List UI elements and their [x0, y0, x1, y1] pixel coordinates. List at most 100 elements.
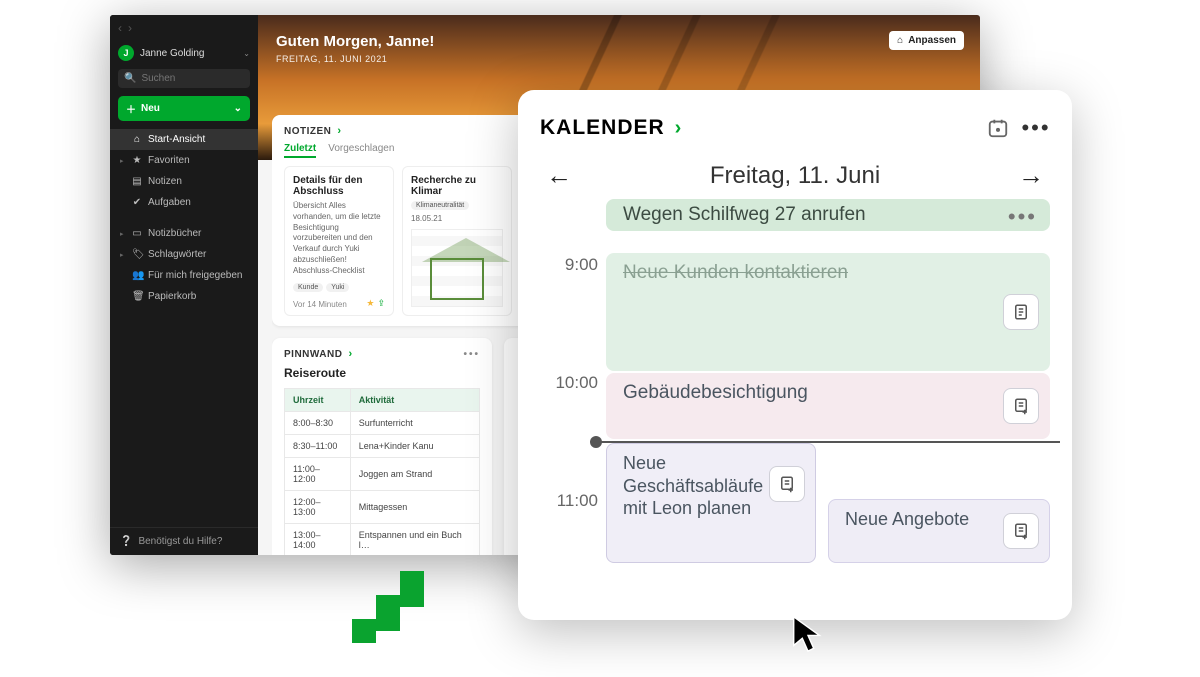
- note-thumbnail: [411, 229, 503, 307]
- tab-recent[interactable]: Zuletzt: [284, 143, 316, 158]
- pinboard-widget: PINNWAND › ••• Reiseroute Uhrzeit Aktivi…: [272, 338, 492, 555]
- back-icon[interactable]: ‹: [118, 21, 122, 35]
- nav-label: Für mich freigegeben: [148, 270, 243, 281]
- home-icon: ⌂: [897, 35, 903, 46]
- share-icon: ⇪: [377, 298, 385, 309]
- nav-primary: ⌂ Start-Ansicht ▸ ★ Favoriten ▤ Notizen ✔…: [110, 129, 258, 307]
- search-field[interactable]: [141, 73, 244, 84]
- col-time: Uhrzeit: [285, 389, 351, 412]
- nav-tasks[interactable]: ✔ Aufgaben: [110, 192, 258, 213]
- note-tags: Kunde Yuki: [293, 283, 385, 292]
- star-icon: ★: [132, 155, 142, 166]
- note-meta: Vor 14 Minuten: [293, 300, 347, 309]
- table-row: 8:00–8:30Surfunterricht: [285, 412, 480, 435]
- create-note-button[interactable]: [1003, 513, 1039, 549]
- open-note-button[interactable]: [1003, 294, 1039, 330]
- event-title: Neue Geschäftsabläufe mit Leon planen: [623, 452, 753, 520]
- note-body: Übersicht Alles vorhanden, um die letzte…: [293, 201, 385, 277]
- note-title: Recherche zu Klimar: [411, 175, 503, 197]
- nav-label: Schlagwörter: [148, 249, 206, 260]
- hour-label: 11:00: [544, 491, 598, 511]
- table-row: 13:00–14:00Entspannen und ein Buch l…: [285, 524, 480, 556]
- more-icon[interactable]: •••: [1008, 206, 1037, 228]
- tag[interactable]: Kunde: [293, 283, 323, 292]
- event-title: Gebäudebesichtigung: [623, 382, 808, 404]
- search-input[interactable]: 🔍: [118, 69, 250, 88]
- help-label: Benötigst du Hilfe?: [138, 536, 222, 547]
- people-icon: 👥: [132, 270, 142, 281]
- hour-label: 10:00: [544, 373, 598, 393]
- notebook-icon: ▭: [132, 228, 142, 239]
- next-day-button[interactable]: →: [1012, 160, 1050, 191]
- itinerary-table: Uhrzeit Aktivität 8:00–8:30Surfunterrich…: [284, 388, 480, 555]
- cursor-icon: [790, 614, 826, 659]
- hero-date: FREITAG, 11. JUNI 2021: [276, 54, 962, 64]
- event-building-visit[interactable]: Gebäudebesichtigung: [606, 373, 1050, 439]
- event-allday[interactable]: Wegen Schilfweg 27 anrufen •••: [606, 199, 1050, 231]
- nav-shared[interactable]: 👥 Für mich freigegeben: [110, 265, 258, 286]
- window-nav: ‹ ›: [110, 15, 258, 41]
- account-switcher[interactable]: J Janne Golding ⌄: [110, 41, 258, 69]
- chevron-right-icon[interactable]: ›: [337, 125, 341, 137]
- check-icon: ✔: [132, 197, 142, 208]
- nav-tags[interactable]: ▸ 🏷 Schlagwörter: [110, 244, 258, 265]
- nav-label: Notizbücher: [148, 228, 201, 239]
- calendar-picker-icon[interactable]: [984, 114, 1012, 142]
- sidebar: ‹ › J Janne Golding ⌄ 🔍 ＋ Neu ⌄ ⌂ Start-…: [110, 15, 258, 555]
- nav-label: Notizen: [148, 176, 182, 187]
- star-icon: ★: [366, 298, 374, 309]
- nav-label: Start-Ansicht: [148, 134, 205, 145]
- nav-notes[interactable]: ▤ Notizen: [110, 171, 258, 192]
- greeting: Guten Morgen, Janne!: [276, 33, 962, 50]
- nav-label: Favoriten: [148, 155, 190, 166]
- note-card[interactable]: Details für den Abschluss Übersicht Alle…: [284, 166, 394, 316]
- search-icon: 🔍: [124, 73, 136, 84]
- tag[interactable]: Yuki: [326, 283, 349, 292]
- prev-day-button[interactable]: ←: [540, 160, 578, 191]
- new-button-label: Neu: [141, 103, 160, 114]
- table-row: 8:30–11:00Lena+Kinder Kanu: [285, 435, 480, 458]
- new-button[interactable]: ＋ Neu ⌄: [118, 96, 250, 121]
- nav-notebooks[interactable]: ▸ ▭ Notizbücher: [110, 223, 258, 244]
- col-activity: Aktivität: [350, 389, 479, 412]
- chevron-right-icon[interactable]: ›: [348, 348, 352, 360]
- plus-icon: ＋: [126, 101, 136, 116]
- nav-trash[interactable]: 🗑 Papierkorb: [110, 286, 258, 307]
- expand-icon[interactable]: ▸: [120, 251, 126, 259]
- create-note-button[interactable]: [769, 466, 805, 502]
- hour-label: 9:00: [544, 255, 598, 275]
- event-new-offers[interactable]: Neue Angebote: [828, 499, 1050, 563]
- forward-icon[interactable]: ›: [128, 21, 132, 35]
- calendar-day-label: Freitag, 11. Juni: [710, 162, 880, 190]
- create-note-button[interactable]: [1003, 388, 1039, 424]
- calendar-title: KALENDER: [540, 116, 665, 140]
- customize-label: Anpassen: [908, 35, 956, 46]
- event-plan-with-leon[interactable]: Neue Geschäftsabläufe mit Leon planen: [606, 443, 816, 563]
- nav-label: Papierkorb: [148, 291, 196, 302]
- event-contact-customers[interactable]: Neue Kunden kontaktieren: [606, 253, 1050, 371]
- nav-favorites[interactable]: ▸ ★ Favoriten: [110, 150, 258, 171]
- table-row: 12:00–13:00Mittagessen: [285, 491, 480, 524]
- pinned-note-title[interactable]: Reiseroute: [284, 366, 480, 380]
- tag-icon: 🏷: [132, 249, 142, 260]
- note-card[interactable]: Recherche zu Klimar Klimaneutralität 18.…: [402, 166, 512, 316]
- chevron-right-icon[interactable]: ›: [675, 117, 682, 140]
- chevron-down-icon: ⌄: [243, 49, 250, 58]
- customize-button[interactable]: ⌂ Anpassen: [889, 31, 964, 50]
- note-title: Details für den Abschluss: [293, 175, 385, 197]
- more-icon[interactable]: •••: [463, 349, 480, 360]
- user-name: Janne Golding: [140, 48, 237, 59]
- note-date: 18.05.21: [411, 214, 503, 225]
- expand-icon[interactable]: ▸: [120, 230, 126, 238]
- tag[interactable]: Klimaneutralität: [411, 201, 469, 210]
- nav-home[interactable]: ⌂ Start-Ansicht: [110, 129, 258, 150]
- expand-icon[interactable]: ▸: [120, 157, 126, 165]
- help-icon: ❔: [120, 536, 132, 547]
- help-link[interactable]: ❔ Benötigst du Hilfe?: [110, 527, 258, 555]
- logo-stairs-icon: [340, 565, 440, 670]
- more-icon[interactable]: •••: [1022, 114, 1050, 142]
- event-title: Wegen Schilfweg 27 anrufen: [623, 204, 866, 226]
- event-title: Neue Angebote: [845, 508, 969, 531]
- table-row: 11:00–12:00Joggen am Strand: [285, 458, 480, 491]
- tab-suggested[interactable]: Vorgeschlagen: [328, 143, 394, 158]
